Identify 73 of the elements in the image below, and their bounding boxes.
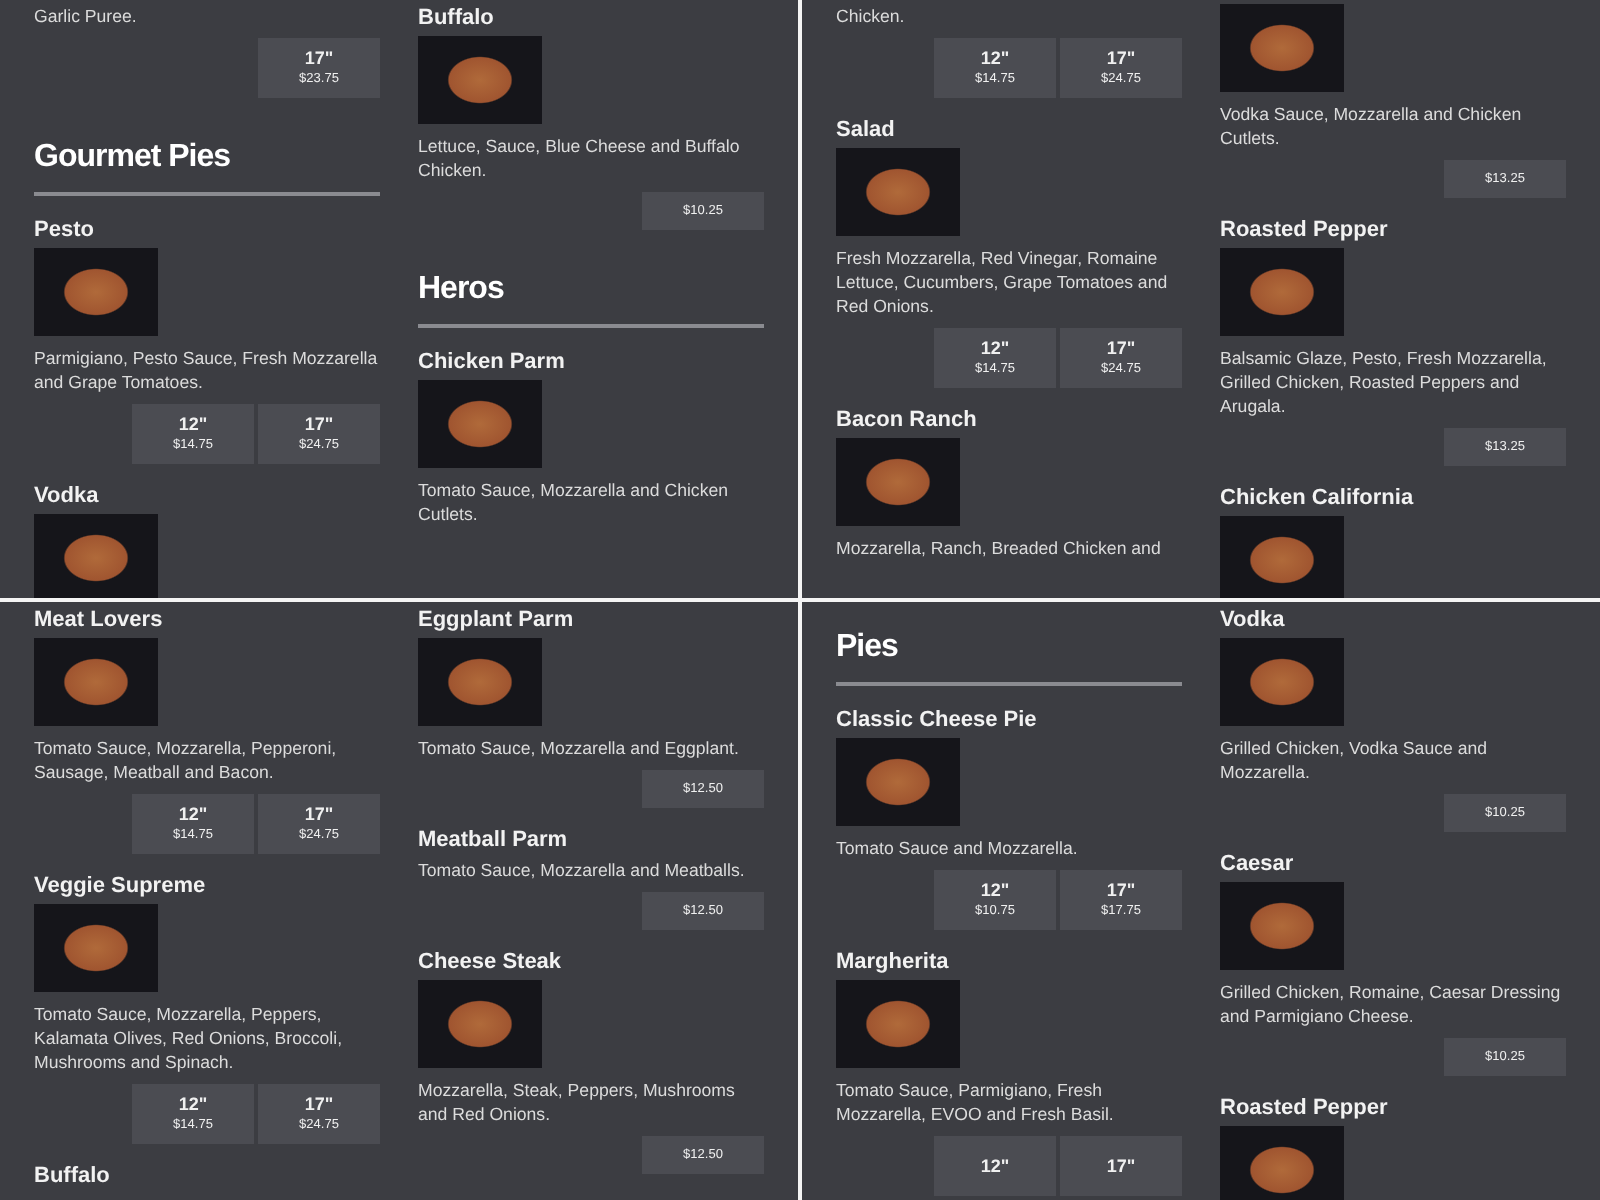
item-description: Parmigiano, Pesto Sauce, Fresh Mozzarella and Grape Tomatoes. xyxy=(34,346,380,394)
size-label: 12" xyxy=(980,48,1010,70)
size-label: 12" xyxy=(178,804,208,826)
item-name: Cheese Steak xyxy=(418,948,564,976)
item-description: Tomato Sauce and Mozzarella. xyxy=(836,836,1080,860)
item-name: Bacon Ranch xyxy=(836,406,979,434)
section-heading: Pies xyxy=(836,630,1182,686)
item-description: Grilled Chicken, Romaine, Caesar Dressing and Parmigiano Cheese. xyxy=(1220,980,1563,1028)
size-label: 17" xyxy=(1106,880,1136,902)
photo-placeholder xyxy=(836,738,960,826)
size-label: 12" xyxy=(178,414,208,436)
size-label: 12" xyxy=(178,1094,208,1116)
item-name: Buffalo xyxy=(418,4,496,32)
photo-placeholder xyxy=(34,514,158,598)
item-description: Balsamic Glaze, Pesto, Fresh Mozzarella, Grilled Chicken, Roasted Peppers and Arugala. xyxy=(1220,346,1549,418)
item-description: Lettuce, Sauce, Blue Cheese and Buffalo Chicken. xyxy=(418,134,742,182)
item-name: Pesto xyxy=(34,216,96,244)
item-description: Tomato Sauce, Mozzarella and Chicken Cutlets. xyxy=(418,478,731,526)
section-heading: Gourmet Pies xyxy=(34,140,380,196)
photo-placeholder xyxy=(836,148,960,236)
item-name: Eggplant Parm xyxy=(418,606,576,634)
item-description: Tomato Sauce, Mozzarella and Meatballs. xyxy=(418,858,747,882)
item-name: Margherita xyxy=(836,948,951,976)
size-label: 17" xyxy=(304,414,334,436)
photo-placeholder xyxy=(1220,4,1344,92)
photo-placeholder xyxy=(418,380,542,468)
item-description: Tomato Sauce, Mozzarella and Eggplant. xyxy=(418,736,741,760)
size-label: 17" xyxy=(304,1094,334,1116)
size-label: 17" xyxy=(1106,1155,1136,1177)
item-name: Vodka xyxy=(1220,606,1287,634)
photo-placeholder xyxy=(836,438,960,526)
size-label: 17" xyxy=(304,804,334,826)
item-description: Tomato Sauce, Mozzarella, Peppers, Kalamata Olives, Red Onions, Broccoli, Mushrooms and Spinach. xyxy=(34,1002,345,1074)
item-description: Fresh Mozzarella, Red Vinegar, Romaine Lettuce, Cucumbers, Grape Tomatoes and Red Onions. xyxy=(836,246,1170,318)
item-description: Grilled Chicken, Vodka Sauce and Mozzarella. xyxy=(1220,736,1489,784)
item-description: Garlic Puree. xyxy=(34,4,139,28)
item-name: Meatball Parm xyxy=(418,826,570,854)
photo-placeholder xyxy=(1220,248,1344,336)
item-description: Mozzarella, Steak, Peppers, Mushrooms and Red Onions. xyxy=(418,1078,737,1126)
size-label: 12" xyxy=(980,338,1010,360)
size-label: 12" xyxy=(980,1155,1010,1177)
item-description: Vodka Sauce, Mozzarella and Chicken Cutlets. xyxy=(1220,102,1524,150)
size-label: 17" xyxy=(1106,48,1136,70)
item-description: Tomato Sauce, Mozzarella, Pepperoni, Sausage, Meatball and Bacon. xyxy=(34,736,339,784)
size-label: 12" xyxy=(980,880,1010,902)
photo-placeholder xyxy=(1220,1126,1344,1200)
item-name: Salad xyxy=(836,116,897,144)
section-heading: Heros xyxy=(418,272,764,328)
item-name: Caesar xyxy=(1220,850,1296,878)
item-name: Classic Cheese Pie xyxy=(836,706,1039,734)
photo-placeholder xyxy=(34,638,158,726)
item-description: Mozzarella, Ranch, Breaded Chicken and xyxy=(836,536,1163,560)
size-label: 17" xyxy=(304,48,334,70)
photo-placeholder xyxy=(418,36,542,124)
photo-placeholder xyxy=(1220,638,1344,726)
item-description: Chicken. xyxy=(836,4,907,28)
photo-placeholder xyxy=(34,248,158,336)
photo-placeholder xyxy=(418,980,542,1068)
size-label: 17" xyxy=(1106,338,1136,360)
item-name: Buffalo xyxy=(34,1162,112,1190)
photo-placeholder xyxy=(836,980,960,1068)
item-name: Vodka xyxy=(34,482,101,510)
photo-placeholder xyxy=(1220,516,1344,598)
photo-placeholder xyxy=(1220,882,1344,970)
photo-placeholder xyxy=(34,904,158,992)
item-name: Veggie Supreme xyxy=(34,872,208,900)
item-name: Roasted Pepper xyxy=(1220,1094,1390,1122)
item-name: Roasted Pepper xyxy=(1220,216,1390,244)
photo-placeholder xyxy=(418,638,542,726)
item-name: Chicken California xyxy=(1220,484,1416,512)
item-description: Tomato Sauce, Parmigiano, Fresh Mozzarella, EVOO and Fresh Basil. xyxy=(836,1078,1116,1126)
item-name: Meat Lovers xyxy=(34,606,165,634)
item-name: Chicken Parm xyxy=(418,348,567,376)
